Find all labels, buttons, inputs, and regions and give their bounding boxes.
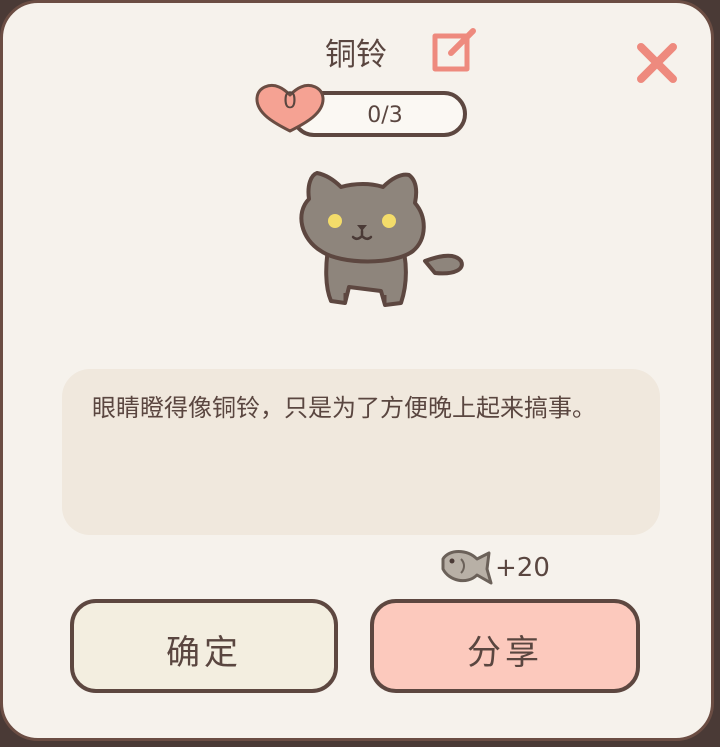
cat-name-title: 铜铃 <box>325 37 387 73</box>
close-icon[interactable] <box>635 41 679 85</box>
confirm-button[interactable]: 确定 <box>70 599 338 693</box>
reward-amount: +20 <box>495 553 550 583</box>
description-text: 眼睛瞪得像铜铃，只是为了方便晚上起来搞事。 <box>92 394 596 422</box>
description-box: 眼睛瞪得像铜铃，只是为了方便晚上起来搞事。 <box>62 369 660 535</box>
share-button-label: 分享 <box>467 633 543 673</box>
cat-illustration <box>299 171 464 307</box>
fish-icon <box>441 550 493 585</box>
confirm-button-label: 确定 <box>166 633 242 673</box>
share-button[interactable]: 分享 <box>370 599 640 693</box>
cat-detail-dialog: 铜铃 0/3 0 眼睛瞪得像铜铃，只是为了方便晚上起来搞事。 +20 确定 分享 <box>0 0 714 741</box>
edit-icon[interactable] <box>431 27 481 75</box>
heart-count: 0 <box>283 89 297 114</box>
